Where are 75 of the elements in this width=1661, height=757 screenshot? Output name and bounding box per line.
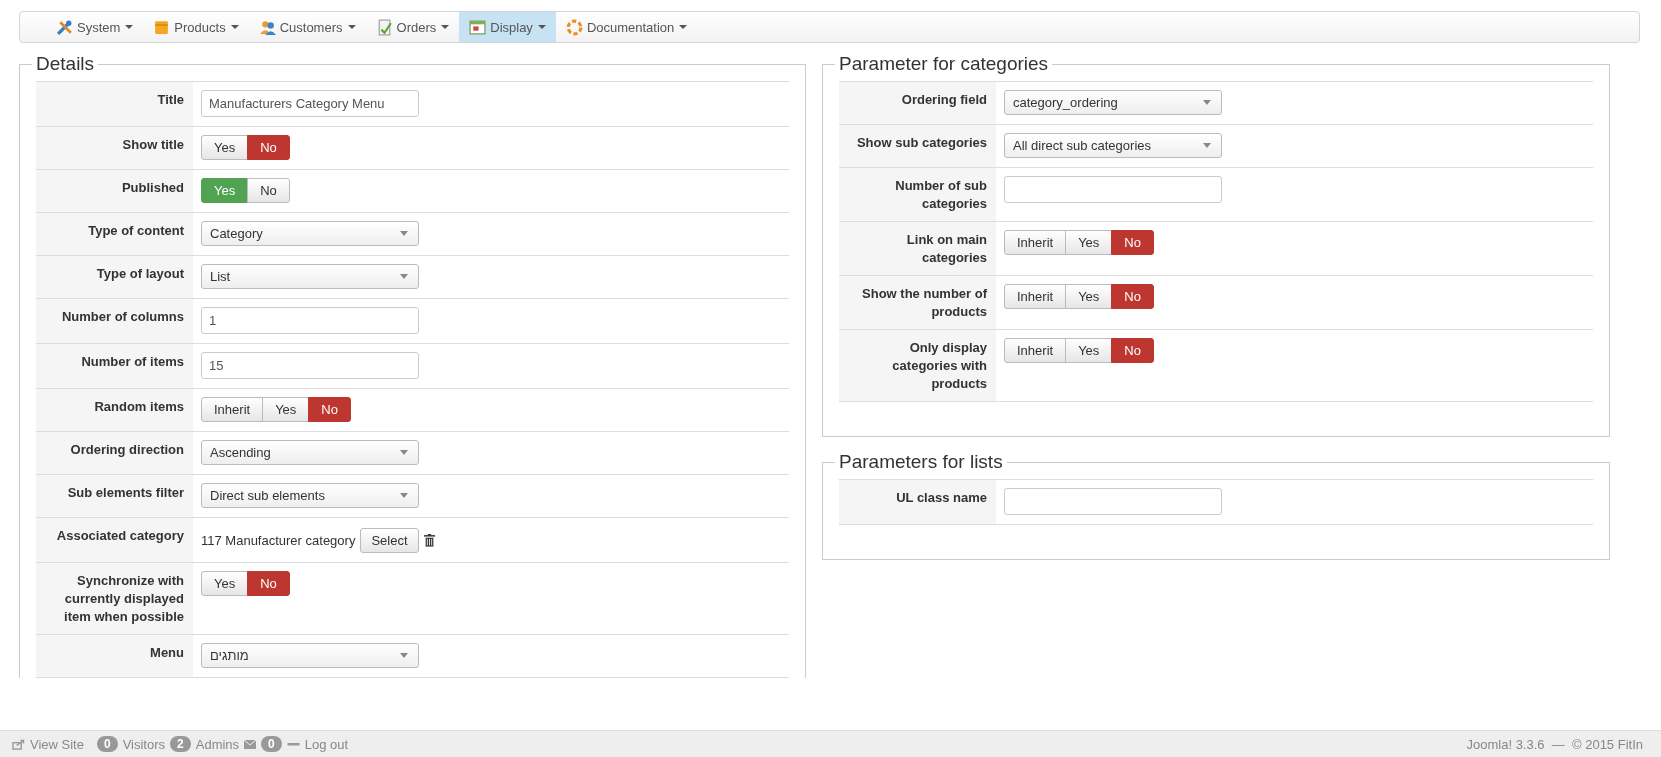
dropdown[interactable]: מותגים	[201, 643, 419, 668]
menu-item[interactable]: System	[46, 12, 144, 42]
input-field[interactable]	[1004, 488, 1222, 515]
box-icon	[153, 18, 171, 36]
field-label: Associated category	[56, 528, 184, 543]
field-label: Link on main categories	[906, 232, 987, 265]
toggle-option[interactable]: No	[1111, 338, 1154, 363]
toggle-option[interactable]: No	[1111, 230, 1154, 255]
field-label: Random items	[94, 399, 184, 414]
toggle-option[interactable]: Inherit	[1004, 338, 1067, 363]
panel-title: Details	[35, 53, 96, 75]
menu-item[interactable]: Display	[459, 12, 556, 42]
toggle-option[interactable]: No	[247, 135, 290, 160]
toggle-option[interactable]: No	[247, 178, 290, 203]
count-badge: 2	[170, 736, 191, 752]
select-button[interactable]: Select	[360, 528, 419, 553]
menu-item[interactable]: Products	[143, 12, 249, 42]
toggle-option[interactable]: Yes	[1065, 338, 1113, 363]
toggle-option[interactable]: Yes	[201, 135, 249, 160]
field-label: Show the number of products	[862, 286, 987, 319]
field-label: Sub elements filter	[67, 485, 184, 500]
toggle-option[interactable]: Yes	[262, 397, 310, 422]
envelope-icon	[244, 739, 257, 749]
toggle-option[interactable]: Inherit	[201, 397, 264, 422]
minus-icon	[286, 742, 300, 746]
field-label: UL class name	[896, 490, 987, 505]
field-label: Only display categories with products	[892, 340, 987, 391]
toggle-option[interactable]: Inherit	[1004, 230, 1067, 255]
field-label: Number of columns	[61, 309, 184, 324]
dropdown[interactable]: List	[201, 264, 419, 289]
dropdown[interactable]: All direct sub categories	[1004, 133, 1222, 158]
dropdown[interactable]: Ascending	[201, 440, 419, 465]
input-field[interactable]	[1004, 176, 1222, 203]
users-icon	[258, 18, 276, 36]
toggle-option[interactable]: No	[247, 571, 290, 596]
dropdown[interactable]: category_ordering	[1004, 90, 1222, 115]
field-label: Menu	[150, 645, 184, 660]
tools-icon	[56, 18, 73, 36]
input-field[interactable]: Manufacturers Category Menu	[201, 90, 419, 117]
dropdown[interactable]: Category	[201, 221, 419, 246]
menu-item[interactable]: Orders	[365, 12, 460, 42]
field-label: Ordering direction	[70, 442, 184, 457]
category-value: 117 Manufacturer category	[201, 533, 356, 548]
count-badge: 0	[261, 736, 282, 752]
window-icon	[469, 18, 487, 36]
visitors-label: Visitors	[122, 736, 166, 752]
field-label: Show title	[122, 137, 184, 152]
trash-icon[interactable]	[423, 534, 435, 547]
version-text: Joomla! 3.3.6 — © 2015 FitIn	[1466, 736, 1643, 752]
panel-title: Parameters for lists	[838, 451, 1004, 473]
toggle-option[interactable]: Yes	[201, 571, 249, 596]
dropdown[interactable]: Direct sub elements	[201, 483, 419, 508]
field-label: Show sub categories	[856, 135, 987, 150]
menu-item[interactable]: Documentation	[555, 12, 698, 42]
field-label: Type of content	[88, 223, 184, 238]
toggle-option[interactable]: Yes	[1065, 230, 1113, 255]
field-label: Number of sub categories	[895, 178, 987, 211]
field-label: Title	[157, 92, 184, 107]
input-field[interactable]: 15	[201, 352, 419, 379]
count-badge: 0	[96, 736, 118, 752]
toggle-option[interactable]: No	[308, 397, 351, 422]
input-field[interactable]: 1	[201, 307, 419, 334]
menu-item[interactable]: Customers	[248, 12, 366, 42]
admins-label: Admins	[195, 736, 240, 752]
lifebuoy-icon	[565, 18, 583, 36]
field-label: Synchronize with currently displayed item when possible	[64, 573, 184, 624]
toggle-option[interactable]: Yes	[1065, 284, 1113, 309]
field-label: Ordering field	[901, 92, 987, 107]
share-icon	[12, 738, 25, 750]
field-label: Type of layout	[96, 266, 184, 281]
field-label: Published	[121, 180, 184, 195]
panel-title: Parameter for categories	[838, 53, 1050, 75]
toggle-option[interactable]: No	[1111, 284, 1154, 309]
toggle-option[interactable]: Inherit	[1004, 284, 1067, 309]
field-label: Number of items	[81, 354, 184, 369]
